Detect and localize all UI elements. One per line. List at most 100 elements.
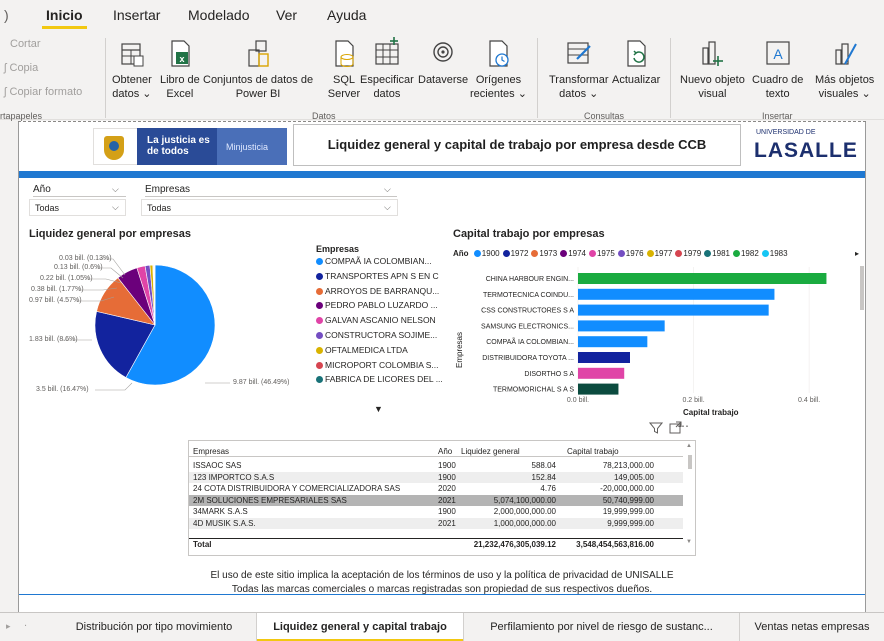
power-bi-datasets-button[interactable]: Conjuntos de datos de Power BI: [203, 36, 313, 101]
legend-next-arrow-icon[interactable]: ▸: [855, 249, 859, 258]
tab-ayuda[interactable]: Ayuda: [327, 7, 366, 23]
new-visual-button[interactable]: Nuevo objeto visual: [680, 36, 745, 101]
table-scrollbar[interactable]: ▲ ▼: [686, 443, 693, 549]
category-label: SAMSUNG ELECTRONICS...: [481, 323, 574, 330]
page-tab-perfilamiento[interactable]: Perfilamiento por nivel de riesgo de sus…: [464, 613, 740, 641]
legend-dot-icon: [316, 332, 323, 339]
column-header-capital[interactable]: Capital trabajo: [567, 447, 619, 456]
legend-dot-icon: [316, 272, 323, 280]
company-slicer-dropdown[interactable]: Todas ⌵: [141, 199, 398, 216]
year-legend-item[interactable]: 1975: [586, 249, 615, 258]
bar[interactable]: [578, 288, 775, 300]
bar-scrollbar[interactable]: [860, 266, 864, 310]
category-label: DISORTHO S A: [524, 371, 574, 378]
year-slicer-dropdown[interactable]: Todas ⌵: [29, 199, 126, 216]
scroll-up-icon[interactable]: ▲: [686, 443, 692, 449]
legend-item[interactable]: FABRICA DE LICORES DEL ...: [316, 374, 443, 384]
page-tab-ventas[interactable]: Ventas netas empresas: [740, 613, 884, 641]
tab-ver[interactable]: Ver: [276, 7, 297, 23]
text-box-button[interactable]: A Cuadro de texto: [752, 36, 803, 101]
copy-button[interactable]: ʃ Copia: [4, 62, 38, 74]
transform-data-button[interactable]: Transformar datos ⌄: [549, 36, 609, 101]
dataverse-button[interactable]: Dataverse: [418, 36, 468, 87]
legend-item[interactable]: PEDRO PABLO LUZARDO ...: [316, 300, 438, 310]
bar[interactable]: [578, 352, 630, 363]
legend-item[interactable]: CONSTRUCTORA SOJIME...: [316, 330, 437, 340]
bar[interactable]: [578, 383, 619, 395]
tab-modelado[interactable]: Modelado: [188, 7, 250, 23]
year-legend-item[interactable]: 1983: [759, 249, 788, 258]
cell-capital: 149,005.00: [613, 472, 654, 482]
excel-workbook-button[interactable]: x Libro de Excel: [160, 36, 200, 101]
legend-item[interactable]: ARROYOS DE BARRANQU...: [316, 286, 439, 296]
legend-dot-icon: [316, 376, 323, 384]
year-legend-label: 1982: [740, 249, 759, 258]
cell-ano: 1900: [438, 461, 456, 470]
legend-item[interactable]: COMPAÃ IA COLOMBIAN...: [316, 256, 432, 266]
column-header-ano[interactable]: Año: [438, 447, 452, 456]
legend-dot-icon: [502, 250, 510, 257]
legend-item[interactable]: GALVAN ASCANIO NELSON: [316, 315, 436, 325]
get-data-button[interactable]: Obtener datos ⌄: [112, 36, 152, 101]
year-legend-item[interactable]: 1976: [615, 249, 644, 258]
tab-insertar[interactable]: Insertar: [113, 7, 160, 23]
year-legend-item[interactable]: 1981: [701, 249, 730, 258]
chevron-down-icon[interactable]: ⌵: [112, 184, 119, 195]
bar-y-axis-title: Empresas: [455, 331, 464, 368]
page-tab-distribucion[interactable]: Distribución por tipo movimiento: [52, 613, 257, 641]
menu-scroll-left[interactable]: ): [4, 7, 9, 23]
tab-scroll-icon[interactable]: .: [24, 617, 27, 629]
table-row[interactable]: 4D MUSIK S.A.S. 2021 1,000,000,000.00 9,999…: [189, 517, 683, 529]
table-row[interactable]: ISSAOC SAS 1900 588.04 78,213,000.00: [189, 460, 683, 471]
more-options-icon[interactable]: ⋯: [677, 419, 689, 433]
x-tick-label: 0.4 bill.: [798, 397, 820, 404]
year-legend-item[interactable]: 1974: [557, 249, 586, 258]
pie-data-label: 0.38 bill. (1.77%): [31, 286, 84, 293]
cell-ano: 1900: [438, 507, 456, 516]
sql-server-button[interactable]: SQL Server: [327, 36, 361, 101]
tab-inicio[interactable]: Inicio: [42, 7, 87, 29]
consultas-group-label: Consultas: [584, 111, 625, 121]
legend-item[interactable]: MICROPORT COLOMBIA S...: [316, 360, 439, 370]
scroll-down-icon[interactable]: ▼: [686, 539, 692, 545]
total-capital: 3,548,454,563,816.00: [576, 540, 654, 549]
chevron-down-icon[interactable]: ⌵: [384, 184, 391, 195]
data-table[interactable]: Empresas Año Liquidez general Capital tr…: [188, 440, 696, 556]
bar[interactable]: [578, 367, 625, 379]
footer-trademarks: Todas las marcas comerciales o marcas re…: [231, 584, 653, 595]
table-row[interactable]: 123 IMPORTCO S.A.S 1900 152.84 149,005.00: [189, 471, 683, 483]
bar[interactable]: [578, 320, 665, 332]
year-legend-item[interactable]: 1977: [644, 249, 672, 258]
legend-dot-icon: [704, 250, 712, 257]
bar[interactable]: [578, 336, 648, 348]
cell-capital: 50,740,999.00: [602, 495, 654, 505]
table-row[interactable]: 2M SOLUCIONES EMPRESARIALES SAS 2021 5,074…: [189, 494, 683, 506]
year-legend-label: 1981: [712, 249, 730, 258]
bar-chart[interactable]: CHINA HARBOUR ENGIN... TERMOTECNICA COIND…: [450, 265, 865, 425]
year-legend-item[interactable]: 1900: [471, 249, 500, 258]
enter-data-button[interactable]: Especificar datos: [360, 36, 414, 101]
scroll-thumb[interactable]: [688, 455, 692, 469]
year-legend-item[interactable]: 1972: [500, 249, 528, 258]
legend-item[interactable]: OFTALMEDICA LTDA: [316, 345, 408, 355]
bar[interactable]: [578, 304, 769, 316]
column-header-liquidez[interactable]: Liquidez general: [461, 447, 520, 456]
year-legend-item[interactable]: 1982: [730, 249, 759, 258]
table-row[interactable]: 34MARK S.A.S 1900 2,000,000,000.00 19,999,9…: [189, 506, 683, 517]
copy-format-button[interactable]: ʃ Copiar formato: [4, 86, 82, 98]
table-row[interactable]: 24 COTA DISTRIBUIDORA Y COMERCIALIZADORA…: [189, 483, 683, 494]
year-legend-item[interactable]: 1979: [672, 249, 701, 258]
tab-scroll-left-icon[interactable]: ▸: [6, 621, 11, 632]
legend-item[interactable]: TRANSPORTES APN S EN C: [316, 271, 439, 281]
bar[interactable]: [578, 273, 827, 284]
company-slicer-value: Todas: [147, 203, 172, 213]
column-header-empresas[interactable]: Empresas: [193, 447, 229, 456]
refresh-button[interactable]: Actualizar: [612, 36, 660, 87]
more-visuals-button[interactable]: Más objetos visuales ⌄: [815, 36, 874, 101]
page-tab-liquidez[interactable]: Liquidez general y capital trabajo: [257, 613, 464, 641]
legend-more-arrow-icon[interactable]: ▼: [374, 404, 383, 414]
year-legend-item[interactable]: 1973: [528, 249, 557, 258]
cut-button[interactable]: Cortar: [10, 38, 41, 50]
recent-sources-button[interactable]: Orígenes recientes ⌄: [470, 36, 527, 101]
filter-icon[interactable]: [649, 421, 663, 435]
